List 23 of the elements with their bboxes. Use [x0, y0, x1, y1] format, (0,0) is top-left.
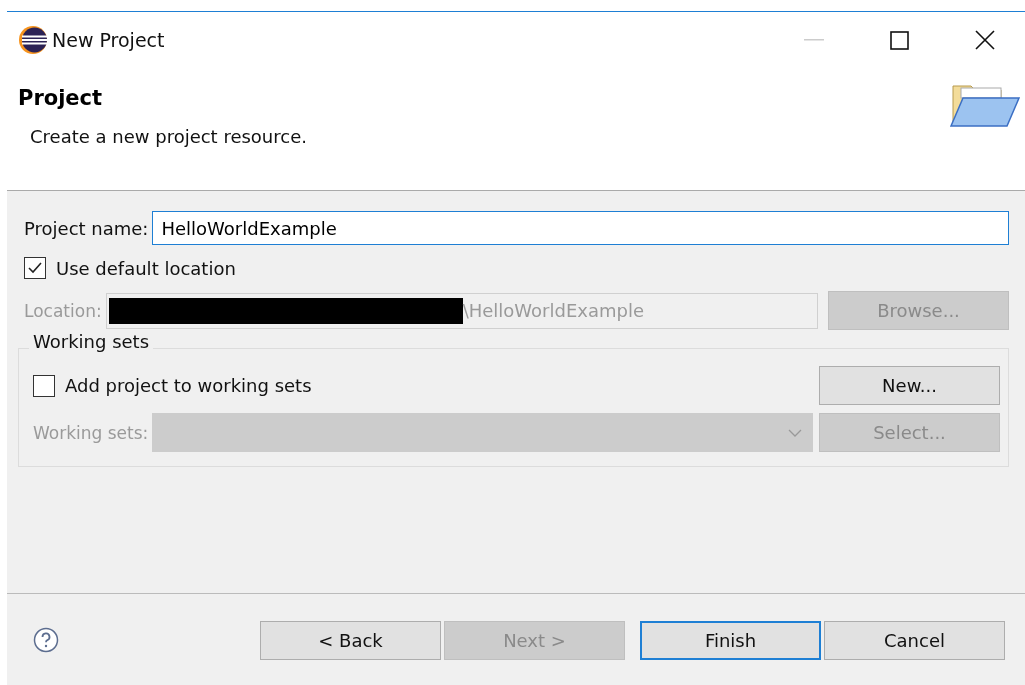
checkbox-label: Use default location: [56, 257, 236, 279]
new-button[interactable]: New...: [819, 366, 1000, 405]
page-title: Project: [18, 86, 104, 110]
checkbox[interactable]: [24, 257, 46, 279]
checkbox[interactable]: [33, 374, 55, 397]
dialog-button[interactable]: < Back: [260, 620, 441, 660]
close-icon[interactable]: [975, 30, 995, 50]
chevron-down-icon: [788, 428, 802, 437]
checkbox-label: Add project to working sets: [65, 375, 312, 396]
page-description: Create a new project resource.: [30, 126, 307, 147]
location-label: Location:: [24, 300, 102, 321]
project-name-field[interactable]: HelloWorldExample: [152, 211, 1009, 245]
working-sets-label: Working sets:: [33, 422, 149, 443]
help-icon[interactable]: [33, 627, 59, 653]
check-icon: [27, 260, 43, 276]
dialog-button[interactable]: Cancel: [824, 620, 1005, 660]
location-value: \HelloWorldExample: [462, 300, 644, 321]
window-title: New Project: [52, 29, 166, 51]
dialog-button[interactable]: Finish: [640, 620, 821, 660]
group-title: Working sets: [29, 331, 154, 352]
project-name-label: Project name:: [24, 217, 149, 239]
app-logo-icon: [18, 25, 48, 55]
maximize-icon[interactable]: [890, 30, 909, 50]
